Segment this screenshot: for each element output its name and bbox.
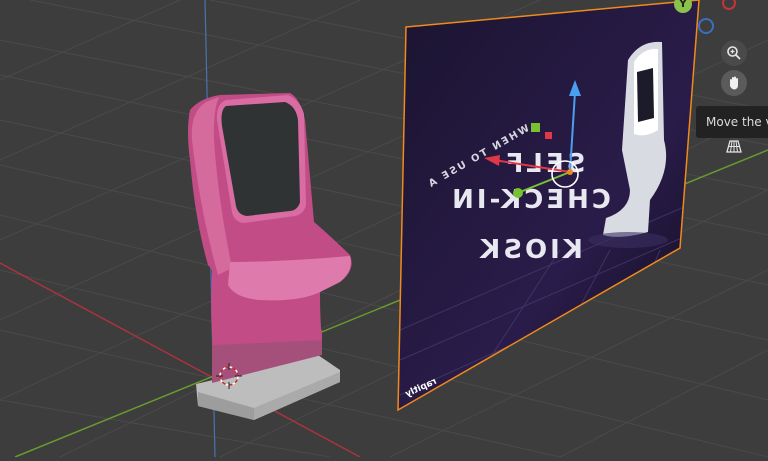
y-axis-label: Y [679,0,687,10]
zoom-icon [727,46,741,60]
image-heading-line2: CHECK-IN [449,185,611,215]
hand-icon [730,76,738,90]
toggle-perspective-button[interactable] [721,133,747,159]
grid-icon [726,140,742,153]
nav-gizmo-z-negative[interactable] [698,18,714,34]
move-view-button[interactable] [721,70,747,96]
zoom-button[interactable] [721,40,747,66]
reference-image-plane[interactable]: WHEN TO USE A SELF CHECK-IN KIOSK rapitl… [397,0,700,420]
3d-viewport[interactable]: WHEN TO USE A SELF CHECK-IN KIOSK rapitl… [0,0,768,458]
image-heading-line3: KIOSK [477,235,583,265]
kiosk-model[interactable] [188,93,352,420]
